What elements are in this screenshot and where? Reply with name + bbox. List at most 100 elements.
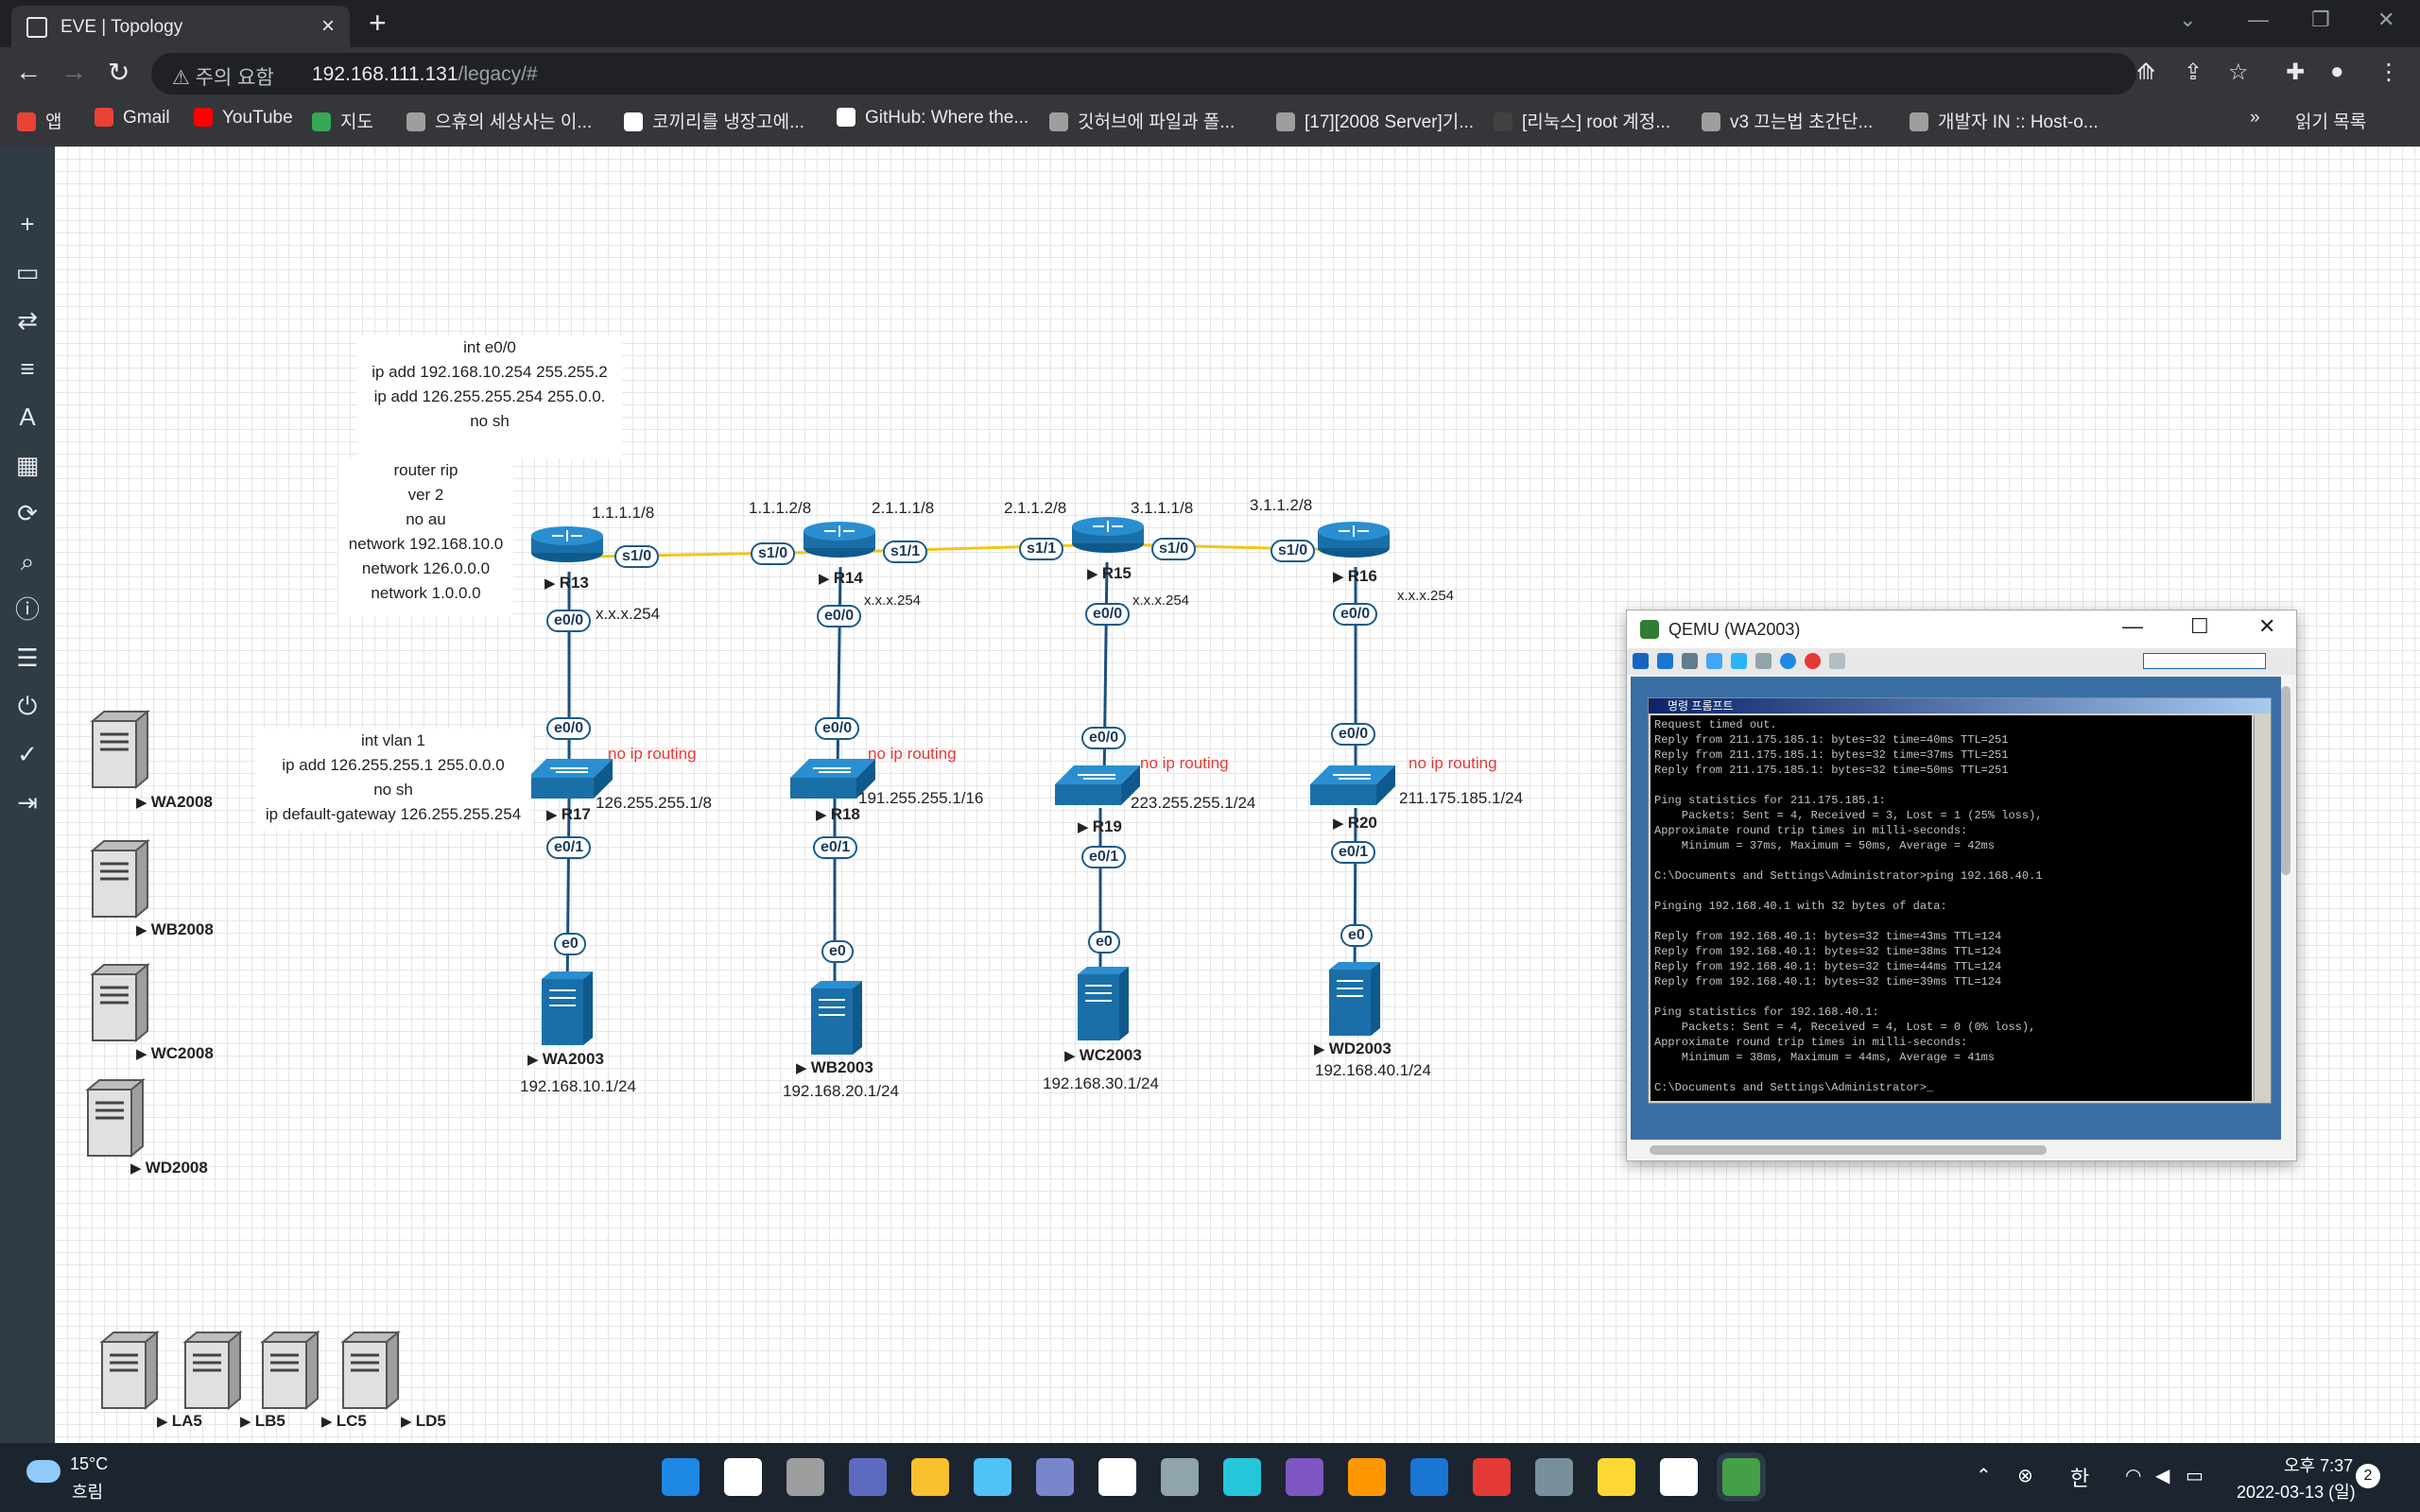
taskbar-app-icon[interactable] [1473,1458,1511,1496]
link-r17-wa2003[interactable] [565,798,571,998]
port-r16-s10[interactable]: s1/0 [1270,540,1316,562]
port-r13-e00[interactable]: e0/0 [546,610,592,632]
qemu-maximize-icon[interactable]: ☐ [2190,614,2209,639]
cmd-scrollbar[interactable] [2254,715,2269,1101]
bookmark-item[interactable]: YouTube [194,108,293,129]
server-wa2008-label[interactable]: WA2008 [136,793,213,812]
bookmark-item[interactable]: 으휴의 세상사는 이... [406,108,592,133]
battery-icon[interactable]: ▭ [2186,1464,2204,1487]
drive-icon[interactable]: ▭ [12,257,43,287]
cmd-titlebar[interactable]: 명령 프롬프트 [1649,698,2271,713]
chevron-down-icon[interactable]: ⌄ [2179,8,2196,32]
bookmark-item[interactable]: 개발자 IN :: Host-o... [1910,108,2099,133]
server-wd2008-icon[interactable] [86,1078,145,1158]
port-r14-e00[interactable]: e0/0 [817,605,862,627]
vnc-options-icon[interactable] [1682,653,1698,669]
server-lc5-label[interactable]: LC5 [321,1412,367,1431]
router-r16-label[interactable]: R16 [1333,567,1377,586]
weather-desc[interactable]: 흐림 [72,1479,103,1503]
port-r14-s10[interactable]: s1/0 [751,542,796,565]
cmd-output[interactable]: Request timed out. Reply from 211.175.185… [1651,715,2252,1101]
port-r15-s11[interactable]: s1/1 [1019,538,1064,560]
server-wb2008-icon[interactable] [91,839,149,919]
wifi-icon[interactable]: ◠ [2125,1464,2141,1487]
switch-r18-label[interactable]: R18 [816,805,860,824]
server-lb5-icon[interactable] [183,1331,242,1410]
restore-icon[interactable]: ❐ [2311,8,2330,32]
server-wd2003-icon[interactable] [1328,961,1381,1037]
server-wc2008-icon[interactable] [91,963,149,1042]
taskbar-app-icon[interactable] [1223,1458,1261,1496]
server-wb2003-label[interactable]: WB2003 [796,1058,873,1077]
text-icon[interactable]: A [12,402,43,432]
port-r15-e00[interactable]: e0/0 [1085,603,1131,626]
server-wd2003-label[interactable]: WD2003 [1314,1040,1392,1058]
vnc-input-field[interactable] [2143,653,2266,669]
vnc-refresh-icon[interactable] [1706,653,1722,669]
link-r15-r16[interactable] [1108,542,1355,552]
config-note-r17-vlan[interactable]: int vlan 1 ip add 126.255.255.1 255.0.0.… [255,729,531,831]
server-wc2003-label[interactable]: WC2003 [1064,1046,1142,1065]
new-tab-button[interactable]: + [369,6,387,41]
clock-date[interactable]: 2022-03-13 (일) [2237,1479,2356,1503]
profile-icon[interactable]: ● [2330,59,2344,85]
reload-icon[interactable]: ↻ [108,57,130,88]
taskbar-app-icon[interactable] [1598,1458,1635,1496]
port-wb2003-e0[interactable]: e0 [821,940,854,963]
server-wd2008-label[interactable]: WD2008 [130,1159,208,1177]
qemu-window[interactable]: QEMU (WA2003) — ☐ ✕ 명령 프롬프트 Request time… [1626,610,2297,1161]
config-note-r13-rip[interactable]: router rip ver 2 no au network 192.168.1… [338,458,513,617]
weather-temp[interactable]: 15°C [70,1454,108,1474]
taskbar-app-icon[interactable] [911,1458,949,1496]
list-icon[interactable]: ≡ [12,353,43,384]
router-r15-label[interactable]: R15 [1087,564,1132,583]
close-window-icon[interactable]: ✕ [2377,8,2394,32]
topology-canvas[interactable]: int e0/0 ip add 192.168.10.254 255.255.2… [55,146,2420,1443]
bookmarks-more-button[interactable]: » [2250,108,2260,129]
port-r18-e01[interactable]: e0/1 [813,836,858,859]
bookmark-item[interactable]: [17][2008 Server]기... [1276,108,1474,133]
reading-list-button[interactable]: 읽기 목록 [2295,108,2366,133]
port-r19-e00[interactable]: e0/0 [1081,727,1127,749]
router-r14-label[interactable]: R14 [819,569,863,588]
switch-r19-icon[interactable] [1054,765,1141,806]
extensions-icon[interactable]: ✚ [2286,59,2305,86]
arrows-icon[interactable]: ⇄ [12,305,43,335]
router-r13-label[interactable]: R13 [544,574,589,593]
switch-r19-label[interactable]: R19 [1078,817,1122,836]
taskbar-app-icon[interactable] [1161,1458,1199,1496]
switch-r20-label[interactable]: R20 [1333,814,1377,833]
qemu-titlebar[interactable]: QEMU (WA2003) — ☐ ✕ [1627,610,2296,648]
ime-indicator[interactable]: 한 [2070,1462,2089,1492]
power-icon[interactable]: ⏻ [12,691,43,721]
bookmark-item[interactable]: v3 끄는법 초간단... [1702,108,1873,133]
port-wc2003-e0[interactable]: e0 [1088,931,1120,954]
vnc-disconnect-icon[interactable] [1805,653,1821,669]
taskbar-app-icon[interactable] [1535,1458,1573,1496]
vnc-fullscreen-icon[interactable] [1657,653,1673,669]
taskbar-app-icon[interactable] [1660,1458,1698,1496]
menu-icon[interactable]: ⋮ [2377,59,2400,86]
bookmark-item[interactable]: 깃허브에 파일과 폴... [1049,108,1235,133]
grid-icon[interactable]: ▦ [12,450,43,480]
port-r14-s11[interactable]: s1/1 [883,541,928,563]
switch-r17-icon[interactable] [527,758,614,799]
server-la5-label[interactable]: LA5 [157,1412,202,1431]
link-r20-wd2003[interactable] [1353,807,1357,988]
port-r16-e00[interactable]: e0/0 [1333,603,1378,626]
server-wb2003-icon[interactable] [810,980,863,1056]
taskbar-app-icon[interactable] [849,1458,887,1496]
tray-chevron-icon[interactable]: ⌃ [1976,1464,1992,1487]
port-wd2003-e0[interactable]: e0 [1340,924,1373,947]
taskbar-app-icon[interactable] [1286,1458,1323,1496]
router-r14-icon[interactable] [803,521,876,558]
router-r13-icon[interactable] [530,525,604,563]
zoom-icon[interactable]: ⌕ [12,546,43,576]
vnc-info-icon[interactable] [1780,653,1796,669]
check-icon[interactable]: ✓ [12,739,43,769]
port-r19-e01[interactable]: e0/1 [1081,846,1127,868]
server-lc5-icon[interactable] [261,1331,320,1410]
qemu-vertical-scrollbar[interactable] [2281,686,2290,875]
taskbar-app-icon[interactable] [662,1458,700,1496]
server-ld5-label[interactable]: LD5 [401,1412,446,1431]
